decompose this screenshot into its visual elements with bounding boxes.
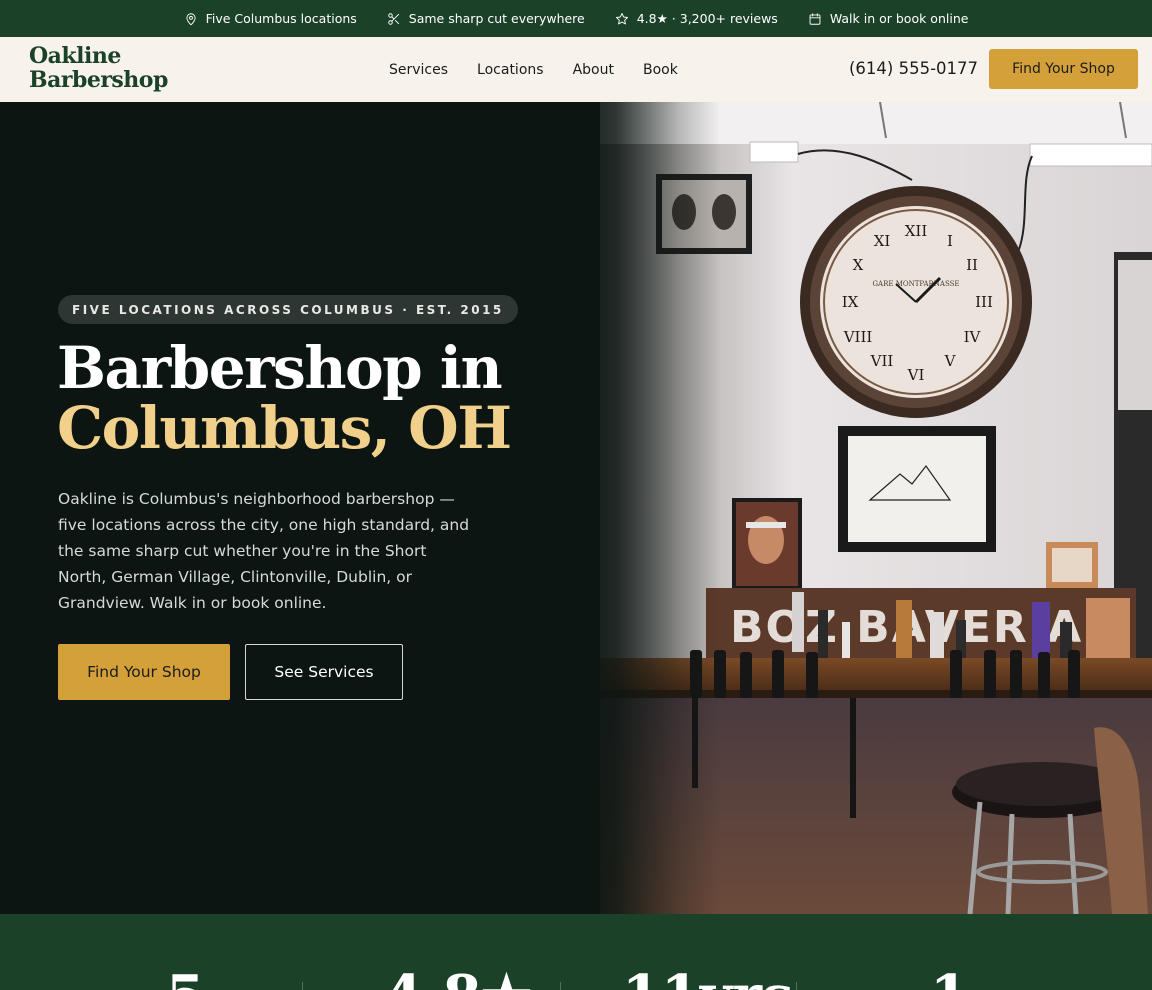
hero-image-gradient [560, 102, 720, 914]
topbar-item-label: Same sharp cut everywhere [408, 11, 585, 26]
hero-description: Oakline is Columbus's neighborhood barbe… [58, 490, 470, 612]
svg-text:IV: IV [964, 328, 982, 346]
svg-text:XII: XII [905, 222, 928, 240]
logo-line1: Oakline [29, 43, 121, 69]
stat-locations-value: 5 [166, 966, 205, 990]
clock-face-text: GARE MONTPARNASSE [872, 280, 959, 288]
topbar-item-reviews: 4.8★ · 3,200+ reviews [615, 11, 778, 26]
svg-text:IX: IX [842, 293, 859, 311]
main-nav: Services Locations About Book [389, 37, 707, 102]
svg-text:III: III [975, 293, 993, 311]
find-your-shop-header-button[interactable]: Find Your Shop [989, 49, 1138, 89]
nav-link-services[interactable]: Services [389, 62, 448, 78]
nav-link-about[interactable]: About [573, 62, 614, 78]
phone-link[interactable]: (614) 555-0177 [849, 59, 978, 78]
map-pin-icon [186, 12, 196, 25]
stat-divider [560, 982, 561, 990]
stats-strip: 5 4.8★ 11yrs 1 [0, 914, 1152, 990]
topbar-item-label: Five Columbus locations [205, 11, 357, 26]
stat-divider [302, 982, 303, 990]
site-header: Oakline Barbershop Services Locations Ab… [0, 37, 1152, 102]
logo-line2: Barbershop [29, 67, 168, 93]
stat-years-value: 11yrs [622, 966, 794, 990]
svg-text:I: I [947, 232, 953, 250]
nav-link-book[interactable]: Book [643, 62, 678, 78]
svg-text:VI: VI [907, 366, 925, 384]
hero-headline: Barbershop in Columbus, OH [57, 334, 512, 462]
stat-standard-value: 1 [930, 966, 969, 990]
svg-text:VII: VII [870, 352, 894, 370]
svg-text:II: II [966, 256, 978, 274]
topbar-item-label: Walk in or book online [829, 11, 969, 26]
see-services-button[interactable]: See Services [245, 644, 403, 700]
svg-text:V: V [944, 352, 957, 370]
calendar-icon [809, 12, 821, 25]
logo[interactable]: Oakline Barbershop [29, 44, 168, 92]
svg-text:X: X [853, 256, 864, 274]
svg-text:XI: XI [874, 232, 891, 250]
find-your-shop-button[interactable]: Find Your Shop [58, 644, 230, 700]
hero-eyebrow-badge: FIVE LOCATIONS ACROSS COLUMBUS · EST. 20… [58, 295, 518, 324]
svg-text:VIII: VIII [843, 328, 873, 346]
nav-link-locations[interactable]: Locations [477, 62, 544, 78]
topbar-item-locations: Five Columbus locations [184, 11, 357, 26]
topbar-item-cut: Same sharp cut everywhere [387, 11, 585, 26]
hero-section: XII I II III IV V VI VII VIII IX X XI GA… [0, 102, 1152, 914]
hero-headline-line2: Columbus, OH [57, 394, 512, 462]
scissors-icon [388, 12, 399, 25]
hero-headline-line1: Barbershop in [57, 334, 503, 402]
topbar-item-label: 4.8★ · 3,200+ reviews [636, 11, 778, 26]
stat-divider [796, 982, 797, 990]
topbar-item-booking: Walk in or book online [808, 11, 969, 26]
star-icon [615, 12, 628, 24]
stat-rating-value: 4.8★ [384, 966, 532, 990]
top-info-bar: Five Columbus locations Same sharp cut e… [0, 0, 1152, 37]
